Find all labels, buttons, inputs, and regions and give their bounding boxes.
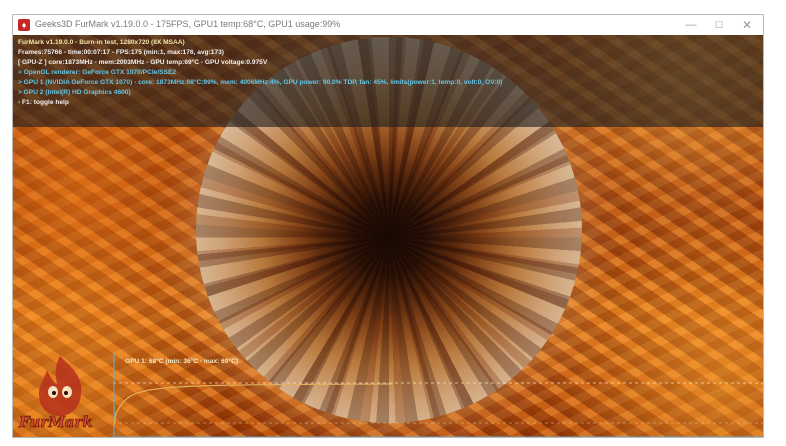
gpu-temp-label: GPU 1: 68°C (min: 36°C - max: 69°C) [125,358,239,365]
furmark-logo-text: FurMark [19,413,93,432]
close-button[interactable]: ✕ [733,15,761,35]
minimize-button[interactable]: — [677,15,705,35]
hud-gpuz-line: [ GPU-Z ] core:1873MHz - mem:2003MHz - G… [18,59,268,66]
hud-renderer-line: > OpenGL renderer: GeForce GTX 1070/PCIe… [18,69,177,76]
maximize-button[interactable]: ☐ [705,15,733,35]
furmark-window: ♦ Geeks3D FurMark v1.19.0.0 - 175FPS, GP… [12,14,764,438]
hud-help-line: - F1: toggle help [18,99,69,106]
gpu-temp-curve [113,383,394,426]
window-title: Geeks3D FurMark v1.19.0.0 - 175FPS, GPU1… [35,19,341,29]
hud-overlay: FurMark v1.19.0.0 - Burn-in test, 1280x7… [13,35,763,127]
furmark-app-icon: ♦ [18,19,30,31]
temperature-graph [113,353,763,437]
hud-title-line: FurMark v1.19.0.0 - Burn-in test, 1280x7… [18,39,185,46]
hud-frames-line: Frames:75766 - time:00:07:17 - FPS:175 (… [18,49,224,56]
hud-gpu2-line: > GPU 2 (Intel(R) HD Graphics 4600) [18,89,131,96]
render-viewport[interactable]: FurMark v1.19.0.0 - Burn-in test, 1280x7… [13,35,763,437]
hud-gpu1-line: > GPU 1 (NVIDIA GeForce GTX 1070) - core… [18,79,503,86]
title-bar[interactable]: ♦ Geeks3D FurMark v1.19.0.0 - 175FPS, GP… [13,15,763,35]
